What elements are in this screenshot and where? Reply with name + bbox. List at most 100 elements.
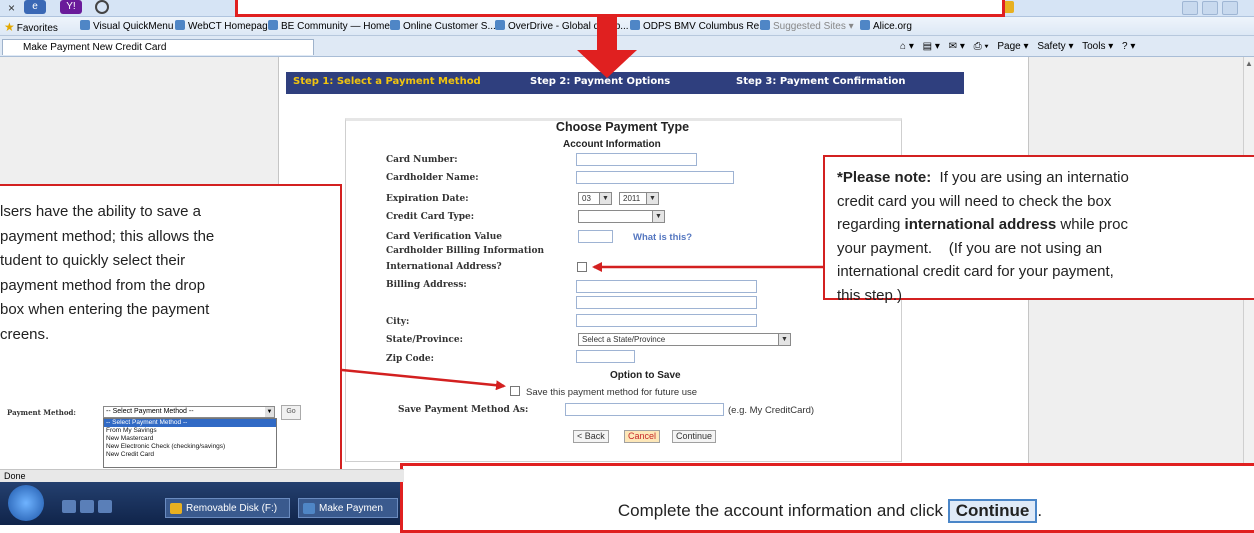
feeds-icon[interactable]: ▤ ▾ [923,41,940,52]
yahoo-icon[interactable]: Y! [60,0,82,14]
zip-input[interactable] [576,350,635,363]
mail-icon[interactable]: ✉ ▾ [949,41,965,52]
card-number-input[interactable] [576,153,697,166]
favorite-link[interactable]: BE Community — Home [268,20,390,32]
exp-year-select[interactable]: 2011 ▼ [619,192,659,205]
left-annotation-text: lsers have the ability to save a payment… [0,203,215,343]
favorite-link[interactable]: Online Customer S... [390,20,496,32]
save-as-hint: (e.g. My CreditCard) [728,405,815,416]
billing-address-line2-input[interactable] [576,296,757,309]
exp-month-select[interactable]: 03 ▼ [578,192,612,205]
note-line: credit card you will need to check the b… [837,192,1112,210]
payment-method-go-button[interactable]: Go [281,405,301,420]
card-type-select[interactable]: ▼ [578,210,665,223]
city-input[interactable] [576,314,757,327]
favorite-link[interactable]: OverDrive - Global distrib... [495,20,629,32]
bottom-instruction: Complete the account information and cli… [617,501,948,520]
note-line: this step.) [837,286,903,304]
cvv-input[interactable] [578,230,613,243]
favorites-bar: ★ Favorites Visual QuickMenu WebCT Homepa… [0,17,1254,36]
payment-method-label: Payment Method: [7,408,76,417]
billing-address-label: Billing Address: [386,280,467,290]
form-title: Choose Payment Type [555,120,690,134]
save-method-text: Save this payment method for future use [526,387,698,398]
refresh-icon[interactable] [1222,1,1238,15]
page-icon [268,20,278,30]
note-line: regarding [837,216,905,233]
list-item[interactable]: -- Select Payment Method -- [104,419,276,427]
star-icon: ★ [4,20,15,34]
state-label: State/Province: [386,335,463,345]
step-2-label: Step 2: Payment Options [530,76,671,87]
command-bar: ⌂ ▾ ▤ ▾ ✉ ▾ ⎙ ▾ Page ▾ Safety ▾ Tools ▾ … [900,41,1141,52]
note-line: while proc [1056,216,1128,233]
save-method-checkbox[interactable] [510,386,520,396]
browser-icon [303,503,315,514]
what-is-this-link[interactable]: What is this? [633,232,692,243]
intl-address-label: International Address? [386,262,502,272]
tools-menu[interactable]: Tools ▾ [1082,41,1113,52]
taskbar-item-removable-disk[interactable]: Removable Disk (F:) [165,498,290,518]
favorite-link[interactable]: Visual QuickMenu [80,20,173,32]
chevron-down-icon: ▼ [265,407,274,417]
favorite-link[interactable]: WebCT Homepage [175,20,273,32]
print-icon[interactable]: ⎙ ▾ [974,41,989,52]
search-circle-icon[interactable] [95,0,109,14]
cvv-label: Card Verification Value [386,232,502,242]
cancel-button[interactable]: Cancel [624,430,661,443]
list-item[interactable]: New Electronic Check (checking/savings) [104,443,276,451]
favorite-link[interactable]: Alice.org [860,20,912,32]
scroll-up-icon[interactable]: ▲ [1245,59,1253,68]
safety-menu[interactable]: Safety ▾ [1037,41,1073,52]
zip-label: Zip Code: [386,354,434,364]
payment-method-options: -- Select Payment Method -- From My Savi… [103,418,277,468]
close-icon[interactable]: × [8,1,15,15]
continue-highlight: Continue [947,499,1038,523]
favorite-link[interactable]: ODPS BMV Columbus Re... [630,20,767,32]
step-1-label: Step 1: Select a Payment Method [293,76,481,87]
taskbar-item-browser[interactable]: Make Paymen [298,498,398,518]
note-line: international credit card for your payme… [837,263,1114,280]
cardholder-name-input[interactable] [576,171,734,184]
browser-logo-icon[interactable]: e [24,0,46,14]
folder-icon [170,503,182,514]
payment-method-select[interactable]: -- Select Payment Method -- ▼ [103,406,275,418]
continue-button[interactable]: Continue [672,430,717,443]
top-annotation-box [235,0,1005,17]
favorite-link[interactable]: Suggested Sites ▾ [760,20,854,32]
start-button-icon[interactable] [8,485,44,521]
intl-address-checkbox[interactable] [577,262,587,272]
tab-active[interactable]: Make Payment New Credit Card [2,39,314,55]
quick-launch-icon[interactable] [62,500,76,513]
chevron-down-icon: ▼ [646,193,658,204]
forward-nav-icon[interactable] [1202,1,1218,15]
page-menu[interactable]: Page ▾ [997,41,1028,52]
right-annotation-text: *Please note: If you are using an intern… [837,166,1254,307]
back-nav-icon[interactable] [1182,1,1198,15]
account-info-heading: Account Information [563,139,661,150]
page-icon [175,20,185,30]
back-button[interactable]: < Back [573,430,609,443]
list-item[interactable]: New Mastercard [104,435,276,443]
page-icon [860,20,870,30]
page-icon [390,20,400,30]
quick-launch-icon[interactable] [98,500,112,513]
list-item[interactable]: New Credit Card [104,451,276,459]
save-as-input[interactable] [565,403,724,416]
chevron-down-icon: ▼ [652,211,664,222]
note-label: *Please note: [837,169,932,186]
toolbar-right-buttons [1180,0,1250,15]
help-icon[interactable]: ? ▾ [1122,41,1135,52]
billing-info-heading: Cardholder Billing Information [386,246,544,256]
home-icon[interactable]: ⌂ ▾ [900,41,914,52]
quick-launch-icon[interactable] [80,500,94,513]
list-item[interactable]: From My Savings [104,427,276,435]
status-bar: Done [0,469,404,482]
save-as-label: Save Payment Method As: [398,405,529,415]
favorites-button[interactable]: ★ Favorites [4,20,58,34]
right-annotation-box: *Please note: If you are using an intern… [823,155,1254,304]
city-label: City: [386,317,410,327]
bottom-annotation-box: Complete the account information and cli… [400,463,1254,533]
state-select[interactable]: Select a State/Province ▼ [578,333,791,346]
billing-address-line1-input[interactable] [576,280,757,293]
